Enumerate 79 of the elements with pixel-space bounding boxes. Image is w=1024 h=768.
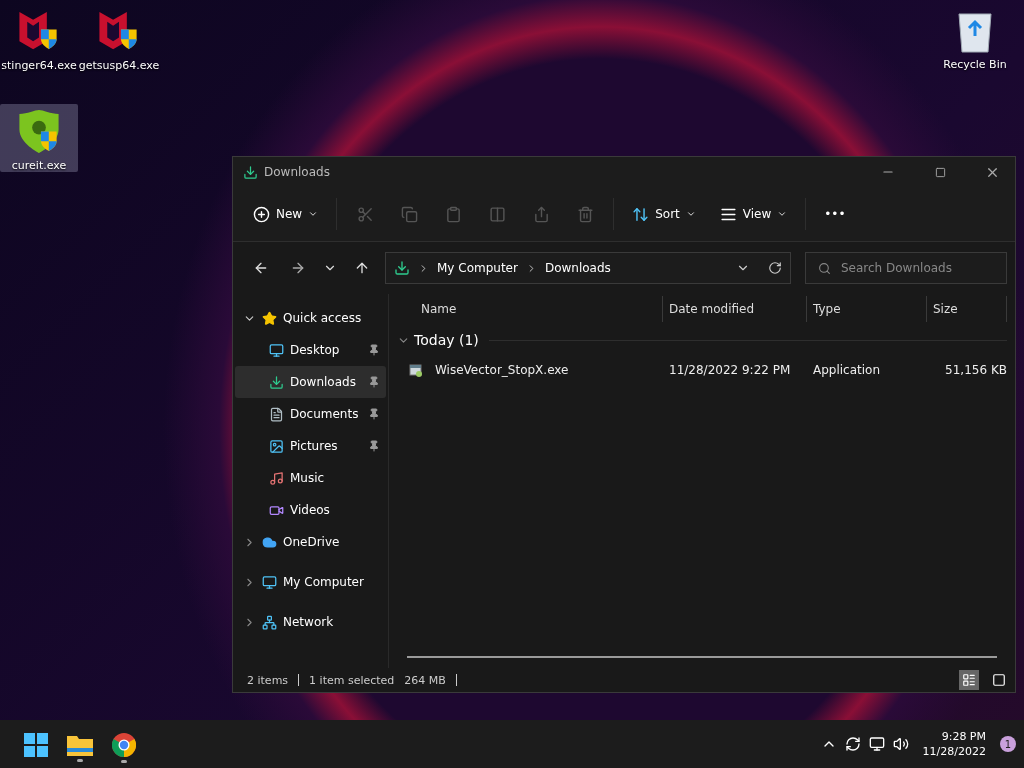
computer-icon: [262, 574, 277, 590]
download-icon: [269, 374, 284, 390]
sidebar-item[interactable]: My Computer: [235, 566, 386, 598]
document-icon: [269, 406, 284, 422]
horizontal-scrollbar[interactable]: [407, 656, 997, 658]
size-cell-text: 51,156 KB: [944, 363, 1007, 377]
column-header[interactable]: Name: [397, 296, 663, 322]
square-view-icon: [992, 673, 1006, 687]
download-icon: [243, 164, 258, 180]
cloud-icon: [262, 534, 277, 550]
folder-icon: [67, 734, 93, 756]
type-cell-text: Application: [812, 363, 882, 377]
notification-badge[interactable]: 1: [1000, 736, 1016, 752]
forward-arrow-icon: [290, 260, 306, 276]
network-icon: [262, 614, 277, 630]
search-field[interactable]: Search Downloads: [805, 252, 1007, 284]
chrome-icon: [112, 733, 136, 757]
desktop-icon: [269, 342, 284, 358]
pin-icon: [368, 344, 380, 356]
volume-icon[interactable]: [892, 736, 909, 752]
copy-icon: [400, 205, 418, 223]
star-icon: [262, 310, 277, 326]
selection-info: 1 item selected: [309, 673, 395, 687]
file-name[interactable]: WiseVector_StopX.exe: [429, 363, 569, 377]
pin-icon: [368, 408, 380, 420]
clipboard-icon: [444, 205, 462, 223]
scissors-icon: [356, 205, 374, 223]
sidebar-item[interactable]: Music: [235, 462, 386, 494]
column-header[interactable]: Size: [927, 296, 1007, 322]
music-icon: [269, 470, 284, 486]
details-view-button[interactable]: [959, 670, 979, 690]
sidebar-item[interactable]: Videos: [235, 494, 386, 526]
network-icon[interactable]: [868, 736, 885, 752]
maximize-icon: [934, 166, 946, 178]
sidebar-item[interactable]: Quick access: [235, 302, 386, 334]
date-cell-text: 11/28/2022 9:22 PM: [668, 363, 792, 377]
search-icon: [818, 261, 831, 275]
sidebar-item[interactable]: Desktop: [235, 334, 386, 366]
sort-button[interactable]: Sort: [622, 196, 706, 232]
share-icon: [532, 205, 550, 223]
sidebar-item[interactable]: Documents: [235, 398, 386, 430]
list-view-icon: [962, 673, 976, 687]
column-header[interactable]: Type: [807, 296, 927, 322]
address-bar[interactable]: My Computer Downloads: [385, 252, 791, 284]
breadcrumb[interactable]: My Computer: [437, 261, 518, 275]
pin-icon: [368, 376, 380, 388]
item-count: 2 items: [247, 673, 289, 687]
group-header[interactable]: Today (1): [414, 332, 479, 348]
caret-icon: [777, 209, 788, 219]
search-input[interactable]: Search Downloads: [839, 260, 983, 276]
selection-size: 264 MB: [404, 673, 446, 687]
window-title: Downloads: [264, 165, 331, 179]
desktop-icon[interactable]: Recycle Bin: [936, 4, 1014, 72]
sidebar-item[interactable]: Downloads: [235, 366, 386, 398]
sidebar-item[interactable]: Network: [235, 606, 386, 638]
column-header[interactable]: Date modified: [663, 296, 807, 322]
sync-icon[interactable]: [844, 736, 861, 752]
application-file-icon: [409, 363, 423, 377]
picture-icon: [269, 438, 284, 454]
download-icon: [394, 260, 410, 276]
pin-icon: [368, 440, 380, 452]
rename-icon: [488, 205, 506, 223]
clock[interactable]: 9:28 PM 11/28/2022: [922, 729, 986, 759]
view-button[interactable]: View: [709, 196, 798, 232]
sidebar-item[interactable]: Pictures: [235, 430, 386, 462]
new-button[interactable]: New: [243, 196, 329, 232]
refresh-icon[interactable]: [768, 261, 782, 275]
sidebar-item[interactable]: OneDrive: [235, 526, 386, 558]
caret-icon: [308, 209, 319, 219]
plus-circle-icon: [253, 205, 270, 223]
caret-icon: [685, 209, 696, 219]
desktop-icon[interactable]: stinger64.exe: [0, 4, 78, 72]
trash-icon: [576, 205, 594, 223]
sort-arrows-icon: [632, 205, 650, 223]
desktop-icon[interactable]: getsusp64.exe: [80, 4, 158, 72]
breadcrumb[interactable]: Downloads: [544, 261, 611, 275]
more-options-button[interactable]: •••: [814, 196, 856, 232]
desktop-icon[interactable]: cureit.exe: [0, 104, 78, 172]
windows-logo-icon: [24, 733, 48, 757]
